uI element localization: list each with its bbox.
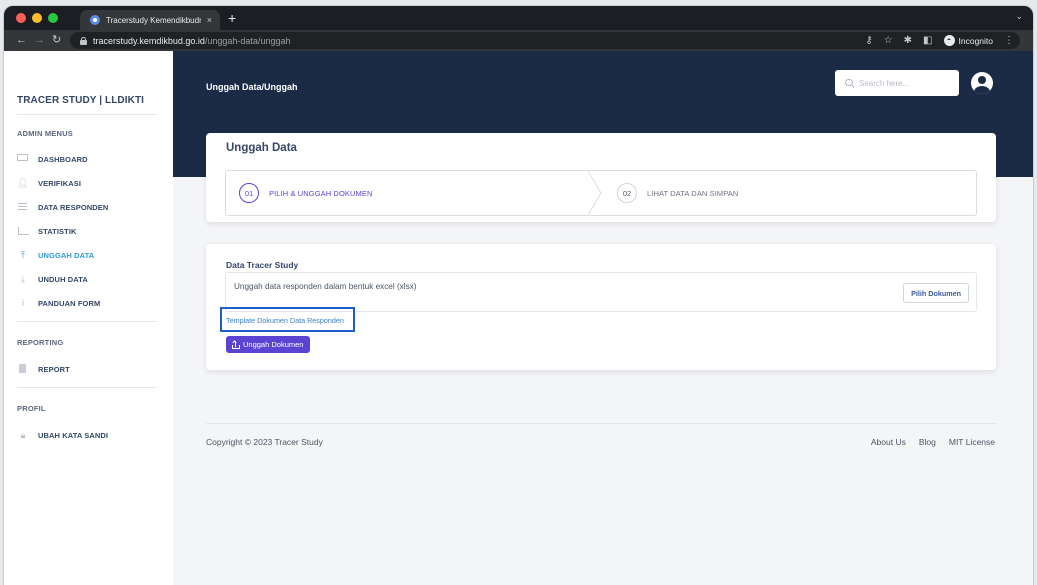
side-panel-icon[interactable]: ◧ — [923, 35, 932, 46]
tab-close-icon[interactable]: × — [207, 15, 212, 25]
page-viewport: TRACER STUDY | LLDIKTI ADMIN MENUS DASHB… — [4, 51, 1033, 585]
sidebar-divider — [17, 114, 157, 115]
step-label: LIHAT DATA DAN SIMPAN — [647, 188, 739, 198]
sidebar-item-ubah-kata-sandi[interactable]: 🔒︎ UBAH KATA SANDI — [17, 429, 108, 441]
sidebar-item-unggah-data[interactable]: ⤒ UNGGAH DATA — [17, 249, 94, 261]
step-label: PILIH & UNGGAH DOKUMEN — [269, 188, 373, 198]
site-favicon-icon — [90, 15, 100, 25]
browser-menu-icon[interactable]: ⋮ — [1004, 35, 1014, 46]
step-number: 01 — [239, 183, 259, 203]
maximize-window-button[interactable] — [48, 13, 58, 23]
download-icon: ⤓ — [21, 274, 25, 284]
lock-icon[interactable] — [80, 36, 87, 45]
step-pilih-unggah[interactable]: 01 PILIH & UNGGAH DOKUMEN — [226, 171, 601, 215]
user-avatar-icon[interactable] — [971, 72, 993, 94]
upload-card: Data Tracer Study Unggah data responden … — [206, 244, 996, 370]
upload-icon — [232, 340, 240, 349]
wizard-stepper: 01 PILIH & UNGGAH DOKUMEN 02 LIHAT DATA … — [225, 170, 977, 216]
unggah-dokumen-button[interactable]: Unggah Dokumen — [226, 336, 311, 353]
close-window-button[interactable] — [16, 13, 26, 23]
incognito-indicator[interactable]: ◓ Incognito — [943, 35, 993, 46]
minimize-window-button[interactable] — [32, 13, 42, 23]
step-separator-arrow — [588, 171, 602, 215]
lock-icon: 🔒︎ — [20, 430, 26, 440]
blog-link[interactable]: Blog — [919, 437, 936, 447]
upload-icon: ⤒ — [21, 250, 25, 260]
pilih-dokumen-button[interactable]: Pilih Dokumen — [903, 283, 969, 303]
tab-title: Tracerstudy Kemendikbudristek — [106, 15, 201, 25]
browser-window: Tracerstudy Kemendikbudristek × + ⌄ ← → … — [4, 6, 1033, 585]
bookmark-star-icon[interactable]: ☆ — [884, 35, 893, 46]
tab-search-icon[interactable]: ⌄ — [1015, 11, 1023, 22]
wizard-card: Unggah Data 01 PILIH & UNGGAH DOKUMEN 02… — [206, 133, 996, 222]
new-tab-button[interactable]: + — [228, 9, 236, 27]
chart-icon — [17, 226, 29, 236]
sidebar-item-verifikasi[interactable]: 👤︎ VERIFIKASI — [17, 177, 81, 189]
file-upload-row: Unggah data responden dalam bentuk excel… — [225, 272, 977, 312]
highlight-annotation-box — [220, 307, 355, 332]
sidebar-item-unduh-data[interactable]: ⤓ UNDUH DATA — [17, 273, 88, 285]
upload-card-title: Data Tracer Study — [226, 260, 299, 270]
info-icon: ⅰ — [21, 298, 25, 308]
brand-title[interactable]: TRACER STUDY | LLDIKTI — [17, 95, 144, 106]
sidebar-item-dashboard[interactable]: DASHBOARD — [17, 153, 88, 165]
sidebar-divider — [17, 387, 157, 388]
browser-tab[interactable]: Tracerstudy Kemendikbudristek × — [80, 10, 220, 30]
browser-toolbar: ← → ↻ tracerstudy.kemdikbud.go.id/unggah… — [4, 30, 1033, 51]
back-arrow-icon[interactable]: ← — [16, 33, 27, 47]
sidebar-item-report[interactable]: REPORT — [17, 363, 70, 375]
document-icon — [17, 364, 29, 374]
reload-icon[interactable]: ↻ — [52, 33, 61, 47]
upload-description: Unggah data responden dalam bentuk excel… — [234, 282, 417, 291]
sidebar: TRACER STUDY | LLDIKTI ADMIN MENUS DASHB… — [4, 51, 173, 585]
sidebar-item-panduan-form[interactable]: ⅰ PANDUAN FORM — [17, 297, 100, 309]
footer-divider — [206, 423, 996, 424]
monitor-icon — [17, 154, 29, 164]
breadcrumb: Unggah Data/Unggah — [206, 82, 298, 92]
footer-links: About Us Blog MIT License — [871, 437, 995, 447]
step-number: 02 — [617, 183, 637, 203]
page-title: Unggah Data — [226, 142, 297, 154]
copyright-text: Copyright © 2023 Tracer Study — [206, 437, 323, 447]
about-us-link[interactable]: About Us — [871, 437, 906, 447]
extensions-puzzle-icon[interactable]: ✱ — [904, 35, 912, 46]
search-icon — [845, 78, 854, 88]
mit-license-link[interactable]: MIT License — [949, 437, 995, 447]
sidebar-item-statistik[interactable]: STATISTIK — [17, 225, 77, 237]
step-lihat-simpan[interactable]: 02 LIHAT DATA DAN SIMPAN — [601, 171, 976, 215]
browser-tab-strip: Tracerstudy Kemendikbudristek × + ⌄ — [4, 6, 1033, 30]
key-icon[interactable]: ⚷ — [865, 35, 872, 46]
sidebar-divider — [17, 321, 157, 322]
sidebar-item-data-responden[interactable]: DATA RESPONDEN — [17, 201, 108, 213]
section-profil: PROFIL — [17, 404, 46, 413]
search-box[interactable] — [835, 70, 959, 96]
url-text[interactable]: tracerstudy.kemdikbud.go.id/unggah-data/… — [93, 36, 290, 46]
list-icon — [17, 202, 29, 212]
user-check-icon: 👤︎ — [17, 178, 29, 188]
incognito-icon: ◓ — [943, 35, 955, 46]
section-admin-menus: ADMIN MENUS — [17, 129, 73, 138]
forward-arrow-icon[interactable]: → — [34, 33, 45, 47]
search-input[interactable] — [859, 78, 949, 88]
address-bar[interactable]: tracerstudy.kemdikbud.go.id/unggah-data/… — [70, 32, 1020, 49]
section-reporting: REPORTING — [17, 338, 64, 347]
